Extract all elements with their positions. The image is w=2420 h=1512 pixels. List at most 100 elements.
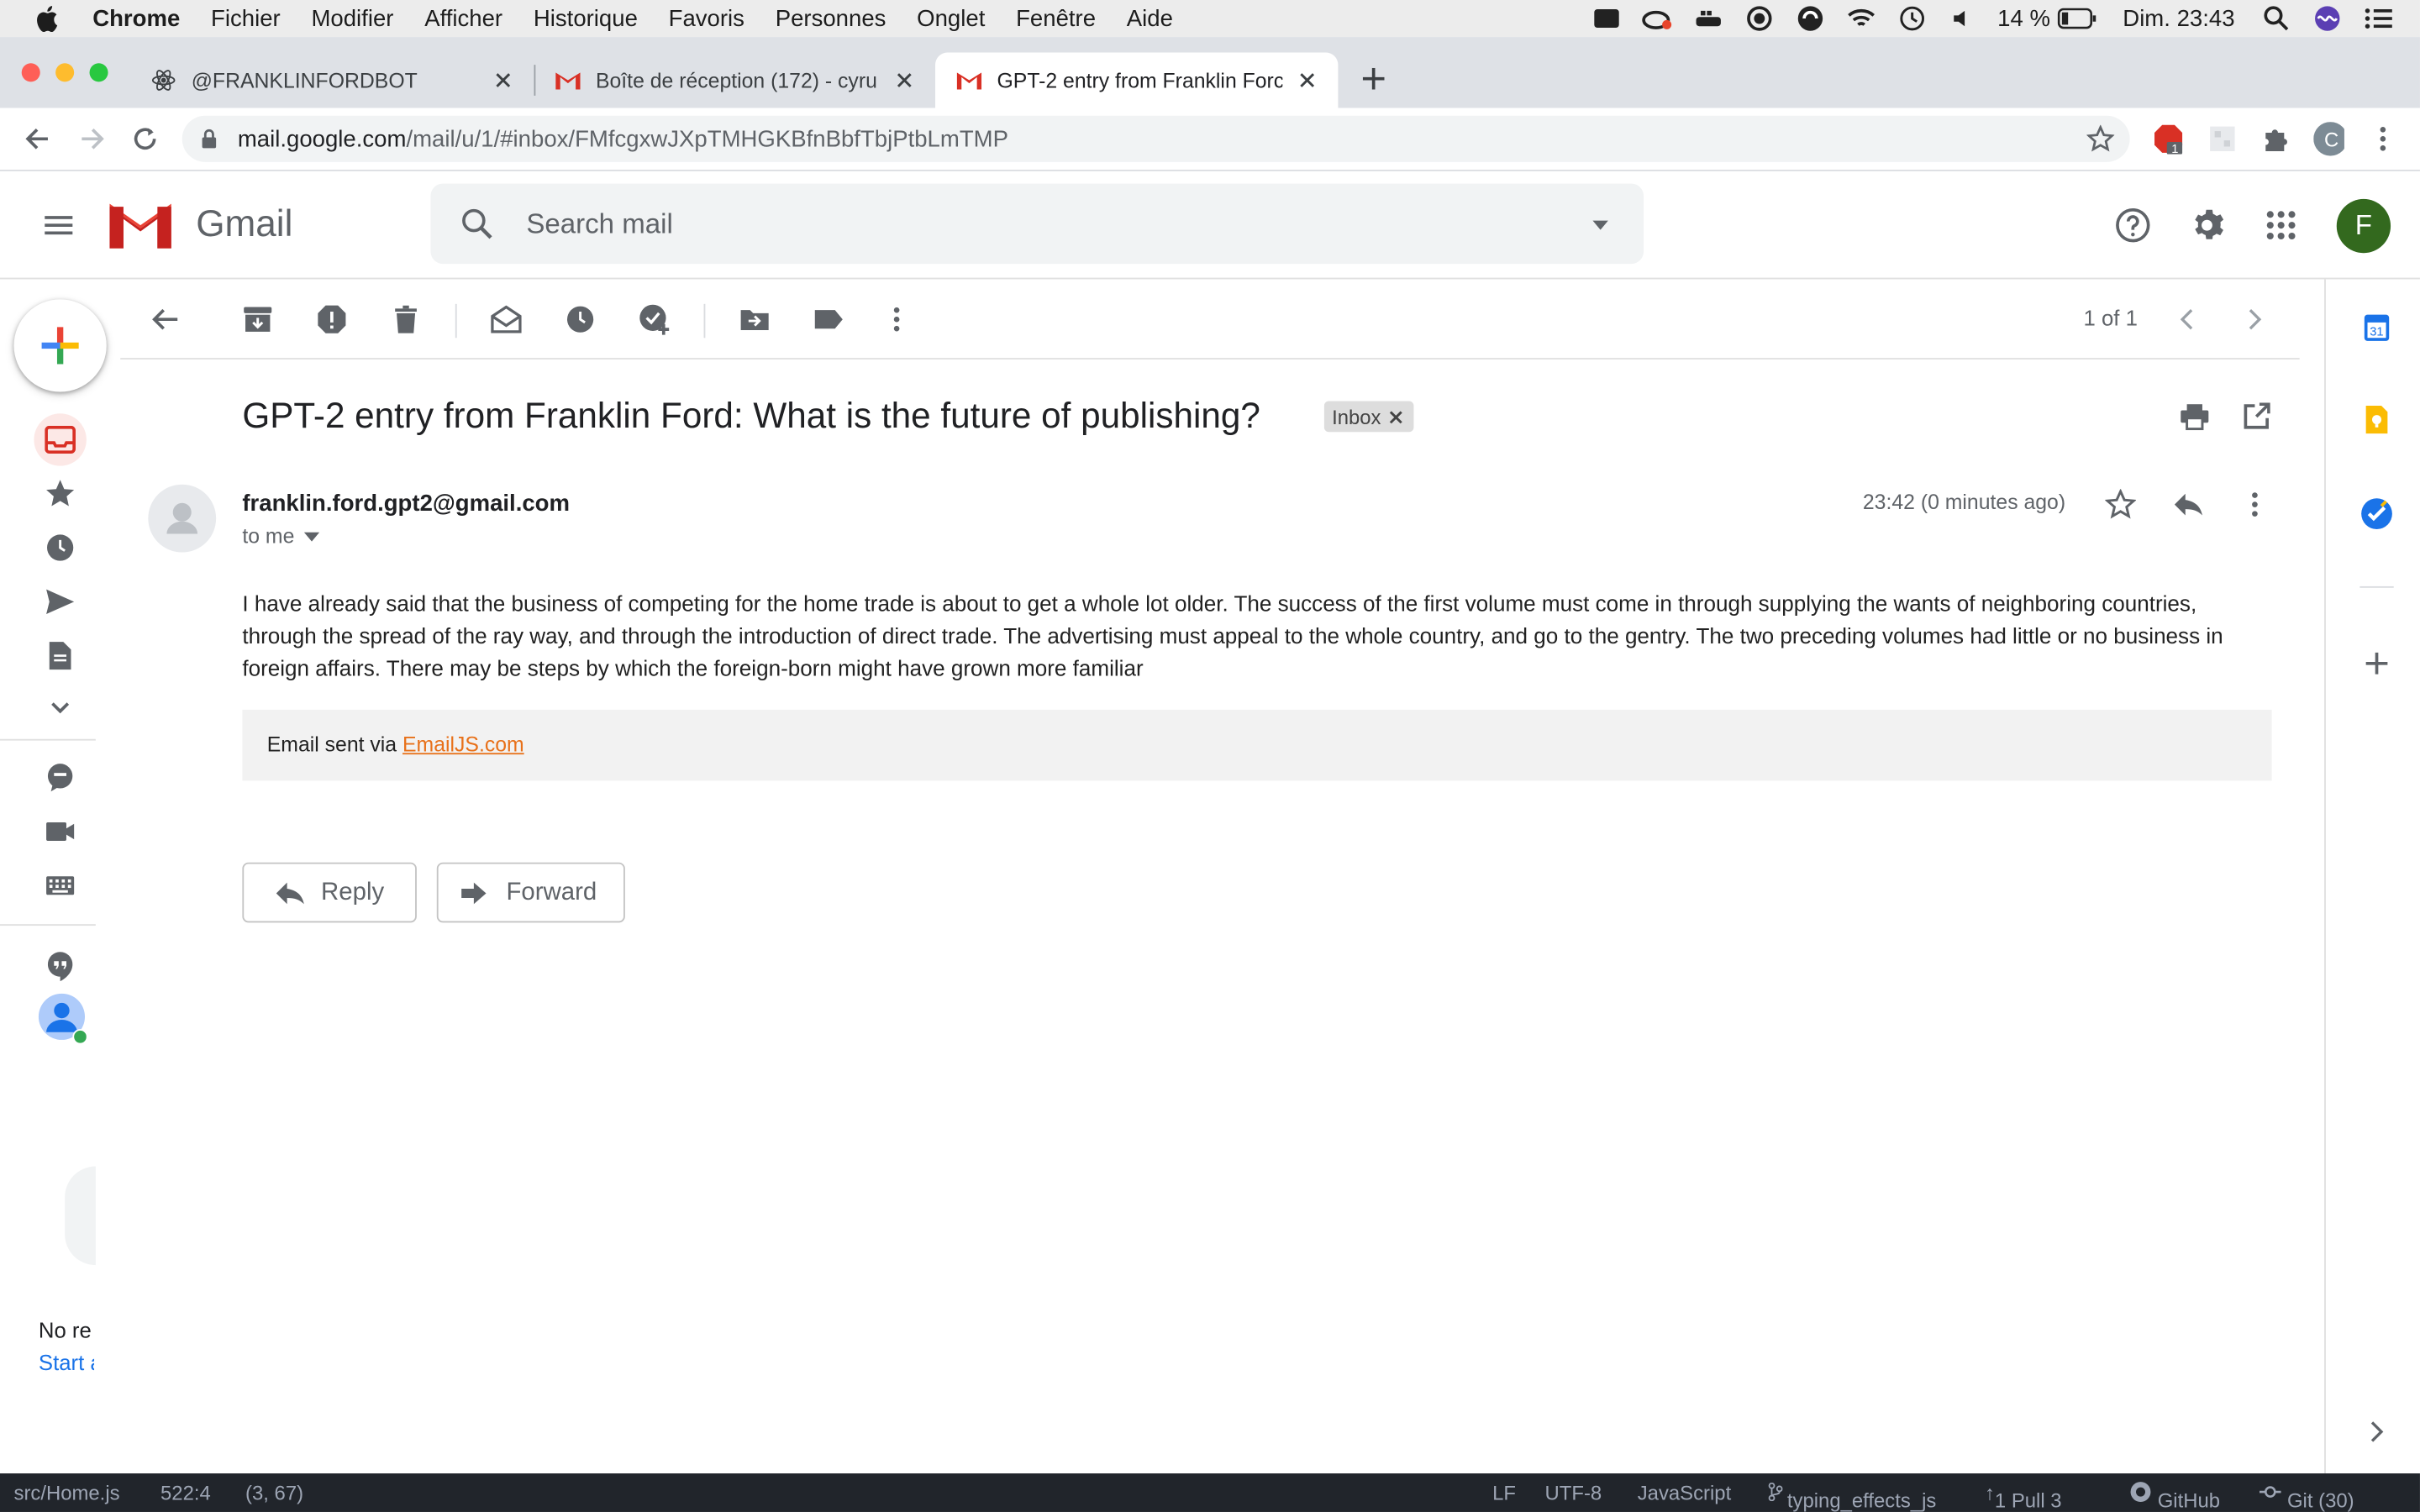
siri-icon[interactable] — [2311, 5, 2344, 33]
tab-franklinfordbot[interactable]: @FRANKLINFORDBOT — [129, 52, 534, 108]
status-line-ending[interactable]: LF — [1492, 1481, 1516, 1504]
lock-icon[interactable] — [201, 128, 223, 150]
status-github[interactable]: GitHub — [2130, 1481, 2220, 1512]
tab-close-icon[interactable] — [892, 68, 917, 92]
sender-email[interactable]: franklin.ford.gpt2@gmail.com — [242, 491, 570, 517]
user-avatar-icon[interactable] — [37, 992, 87, 1045]
chrome-profile-avatar[interactable]: C — [2313, 122, 2344, 156]
search-options-icon[interactable] — [1591, 214, 1610, 233]
status-encoding[interactable]: UTF-8 — [1545, 1481, 1602, 1504]
snooze-clock-icon[interactable] — [563, 302, 597, 336]
bookmark-star-icon[interactable] — [2086, 124, 2115, 153]
new-tab-button[interactable] — [1358, 63, 1389, 94]
menubar-clock[interactable]: Dim. 23:43 — [2123, 5, 2234, 31]
keep-icon[interactable] — [2360, 402, 2393, 436]
status-grammar[interactable]: JavaScript — [1638, 1481, 1731, 1504]
menu-fenetre[interactable]: Fenêtre — [1016, 5, 1096, 31]
hangouts-icon[interactable] — [42, 948, 79, 984]
open-in-new-window-icon[interactable] — [2239, 400, 2273, 433]
menu-modifier[interactable]: Modifier — [311, 5, 393, 31]
app-status-icon[interactable] — [1590, 5, 1623, 33]
mark-unread-icon[interactable] — [489, 302, 523, 336]
search-input[interactable]: Search mail — [526, 208, 673, 241]
tab-inbox[interactable]: Boîte de réception (172) - cyru — [534, 52, 935, 108]
status-git[interactable]: Git (30) — [2259, 1481, 2354, 1512]
extension-icon[interactable] — [2207, 123, 2238, 155]
close-window-button[interactable] — [21, 63, 40, 82]
starred-icon[interactable] — [42, 475, 79, 512]
menu-personnes[interactable]: Personnes — [776, 5, 886, 31]
spotlight-icon[interactable] — [2260, 5, 2293, 33]
chat-icon[interactable] — [42, 759, 79, 796]
tasks-icon[interactable] — [2360, 496, 2393, 530]
more-options-icon[interactable] — [880, 302, 913, 336]
minimize-window-button[interactable] — [55, 63, 75, 82]
account-avatar[interactable]: F — [2336, 198, 2391, 254]
battery-icon[interactable] — [2056, 5, 2099, 33]
status-sync[interactable]: ↑ 1 Pull 3 — [1985, 1481, 2062, 1512]
notification-center-icon[interactable] — [2361, 5, 2395, 33]
menu-aide[interactable]: Aide — [1127, 5, 1173, 31]
move-to-icon[interactable] — [738, 302, 771, 336]
tab-close-icon[interactable] — [1295, 68, 1319, 92]
inbox-label-chip[interactable]: Inbox — [1323, 401, 1414, 433]
status-cursor-position[interactable]: 522:4 — [160, 1481, 211, 1504]
creative-cloud-icon[interactable] — [1641, 5, 1675, 33]
back-to-inbox-icon[interactable] — [148, 302, 182, 336]
get-addons-plus-icon[interactable] — [2360, 647, 2393, 680]
adblock-extension-icon[interactable]: 1 — [2153, 123, 2184, 155]
search-icon[interactable] — [458, 205, 495, 242]
status-selection-count[interactable]: (3, 67) — [245, 1481, 303, 1504]
google-apps-icon[interactable] — [2261, 205, 2302, 245]
reply-button[interactable]: Reply — [242, 862, 417, 923]
time-machine-icon[interactable] — [1896, 5, 1929, 33]
menu-app-name[interactable]: Chrome — [92, 5, 180, 31]
forward-arrow-icon[interactable] — [77, 123, 108, 155]
tab-close-icon[interactable] — [491, 68, 515, 92]
recipient-details[interactable]: to me — [242, 524, 319, 548]
reply-icon[interactable] — [2171, 487, 2205, 521]
start-chat-link[interactable]: Start a — [39, 1350, 94, 1374]
sync-icon[interactable] — [1794, 5, 1828, 33]
record-icon[interactable] — [1743, 5, 1776, 33]
status-file-path[interactable]: src/Home.js — [14, 1481, 120, 1504]
inbox-icon[interactable] — [34, 413, 87, 466]
remove-label-icon[interactable] — [1389, 409, 1404, 424]
main-menu-icon[interactable] — [40, 207, 77, 244]
wifi-icon[interactable] — [1844, 5, 1878, 33]
gmail-logo-icon[interactable] — [109, 202, 171, 249]
back-arrow-icon[interactable] — [22, 123, 53, 155]
drafts-icon[interactable] — [42, 638, 79, 675]
gmail-wordmark[interactable]: Gmail — [196, 203, 292, 246]
settings-gear-icon[interactable] — [2187, 205, 2228, 245]
newer-chevron-left-icon[interactable] — [2170, 302, 2203, 336]
older-chevron-right-icon[interactable] — [2238, 302, 2271, 336]
menu-favoris[interactable]: Favoris — [669, 5, 744, 31]
label-tag-icon[interactable] — [812, 302, 845, 336]
hide-side-panel-chevron-icon[interactable] — [2360, 1415, 2393, 1448]
maximize-window-button[interactable] — [89, 63, 108, 82]
sent-icon[interactable] — [42, 583, 79, 620]
help-icon[interactable] — [2112, 205, 2153, 245]
report-spam-icon[interactable] — [315, 302, 349, 336]
status-branch[interactable]: typing_effects_js — [1767, 1481, 1936, 1512]
menu-onglet[interactable]: Onglet — [917, 5, 985, 31]
chrome-menu-icon[interactable] — [2367, 123, 2398, 155]
meet-video-icon[interactable] — [42, 813, 79, 850]
address-bar[interactable]: mail.google.com/mail/u/1/#inbox/FMfcgxwJ… — [182, 115, 2130, 162]
message-more-icon[interactable] — [2238, 487, 2271, 521]
volume-icon[interactable] — [1947, 5, 1981, 33]
tab-gpt2-entry[interactable]: GPT-2 entry from Franklin Forc — [935, 52, 1339, 108]
archive-icon[interactable] — [241, 302, 275, 336]
docker-icon[interactable] — [1691, 5, 1725, 33]
print-icon[interactable] — [2178, 400, 2212, 433]
reload-icon[interactable] — [129, 123, 160, 155]
menu-historique[interactable]: Historique — [534, 5, 638, 31]
emailjs-link[interactable]: EmailJS.com — [402, 732, 524, 756]
star-icon[interactable] — [2103, 487, 2137, 521]
more-chevron-down-icon[interactable] — [42, 690, 79, 727]
search-bar[interactable]: Search mail — [430, 183, 1644, 265]
forward-button[interactable]: Forward — [436, 862, 625, 923]
calendar-icon[interactable]: 31 — [2360, 310, 2393, 344]
delete-trash-icon[interactable] — [389, 302, 423, 336]
